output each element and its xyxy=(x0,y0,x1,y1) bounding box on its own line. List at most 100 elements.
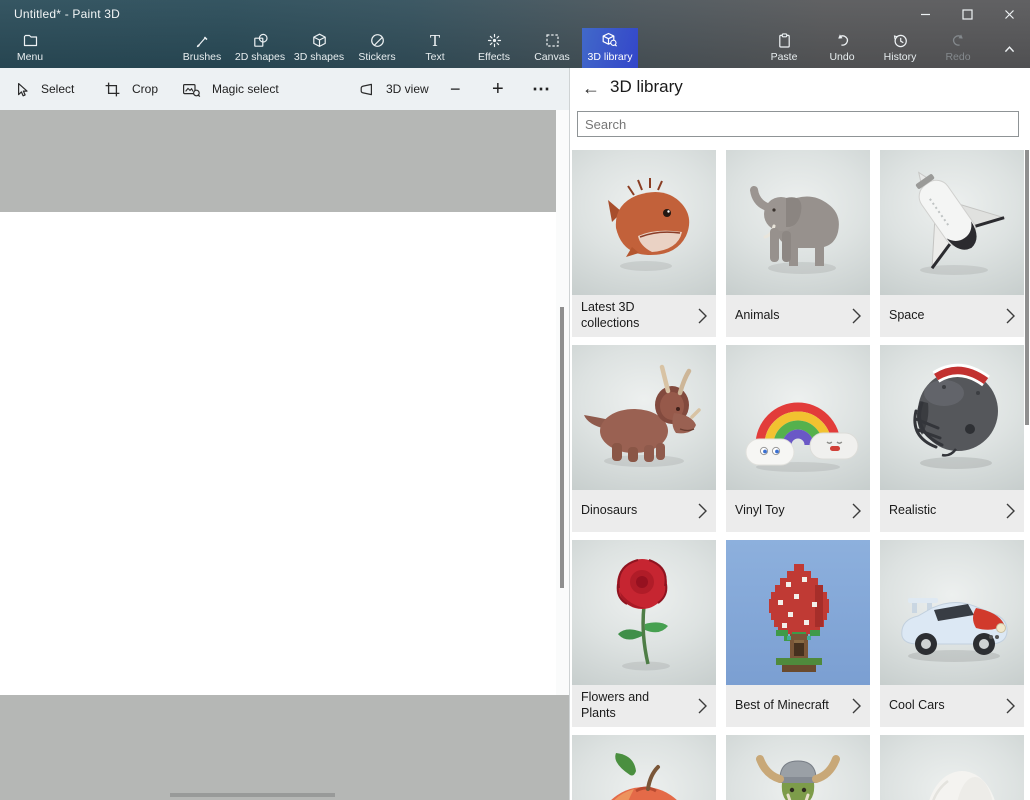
tab-canvas[interactable]: Canvas xyxy=(523,30,581,68)
clipboard-icon xyxy=(776,30,793,49)
card-label-strip: Realistic xyxy=(880,490,1024,532)
mannequin-head-thumbnail xyxy=(880,735,1024,800)
card-cool-cars[interactable]: Cool Cars xyxy=(880,540,1024,727)
minimize-icon xyxy=(920,9,931,20)
card-partial-ogre[interactable] xyxy=(726,735,870,800)
zoom-out-button[interactable]: − xyxy=(450,68,461,110)
menu-button[interactable]: Menu xyxy=(6,30,54,68)
panel-scrollbar[interactable] xyxy=(1025,150,1029,425)
card-animals[interactable]: Animals xyxy=(726,150,870,337)
undo-icon xyxy=(834,30,851,49)
top-chrome: Untitled* - Paint 3D Menu xyxy=(0,0,1030,68)
library-card-grid: Latest 3D collections xyxy=(572,150,1024,800)
minimize-button[interactable] xyxy=(904,0,946,28)
vertical-scrollbar[interactable] xyxy=(560,307,564,588)
selection-toolbar: Select Crop Magic select 3D view − + ⋯ xyxy=(0,68,569,110)
card-partial-apple[interactable] xyxy=(572,735,716,800)
folder-icon xyxy=(22,30,39,49)
chevron-right-icon xyxy=(1006,308,1015,324)
3d-library-panel: ← 3D library xyxy=(569,68,1030,800)
chevron-right-icon xyxy=(852,308,861,324)
plus-icon: + xyxy=(492,68,504,110)
ribbon: Menu Brushes 2D shapes 3D shapes xyxy=(0,28,1030,68)
rose-thumbnail xyxy=(572,540,716,685)
history-clock-icon xyxy=(892,30,909,49)
elephant-thumbnail xyxy=(726,150,870,295)
card-label-strip: Best of Minecraft xyxy=(726,685,870,727)
space-shuttle-thumbnail xyxy=(880,150,1024,295)
card-label-strip: Dinosaurs xyxy=(572,490,716,532)
chevron-right-icon xyxy=(852,698,861,714)
close-icon xyxy=(1004,9,1015,20)
card-label-strip: Vinyl Toy xyxy=(726,490,870,532)
workspace xyxy=(0,110,569,800)
text-icon: T xyxy=(430,30,440,49)
panel-header: ← 3D library xyxy=(570,68,1030,108)
more-options-button[interactable]: ⋯ xyxy=(532,68,550,110)
ellipsis-icon: ⋯ xyxy=(532,68,550,110)
ogre-figurine-thumbnail xyxy=(726,735,870,800)
horizontal-scrollbar[interactable] xyxy=(170,793,335,797)
window-controls xyxy=(904,0,1030,28)
window-title: Untitled* - Paint 3D xyxy=(14,7,120,21)
tab-effects[interactable]: Effects xyxy=(465,30,523,68)
search-input[interactable] xyxy=(577,111,1019,137)
card-space[interactable]: Space xyxy=(880,150,1024,337)
sticker-icon xyxy=(369,30,386,49)
sparkle-icon xyxy=(486,30,503,49)
card-partial-mannequin[interactable] xyxy=(880,735,1024,800)
chevron-right-icon xyxy=(698,308,707,324)
card-dinosaurs[interactable]: Dinosaurs xyxy=(572,345,716,532)
maximize-button[interactable] xyxy=(946,0,988,28)
brush-icon xyxy=(194,30,211,49)
card-flowers-and-plants[interactable]: Flowers and Plants xyxy=(572,540,716,727)
chevron-right-icon xyxy=(698,503,707,519)
crop-tool[interactable]: Crop xyxy=(104,68,158,110)
history-button[interactable]: History xyxy=(871,30,929,68)
back-arrow-icon: ← xyxy=(582,78,600,99)
card-vinyl-toy[interactable]: Vinyl Toy xyxy=(726,345,870,532)
card-label-strip: Latest 3D collections xyxy=(572,295,716,337)
select-tool[interactable]: Select xyxy=(13,68,74,110)
shapes-2d-icon xyxy=(252,30,269,49)
tab-3d-library[interactable]: 3D library xyxy=(582,28,638,68)
collapse-ribbon-button[interactable] xyxy=(995,30,1023,68)
card-label-strip: Cool Cars xyxy=(880,685,1024,727)
football-helmet-thumbnail xyxy=(880,345,1024,490)
magic-select-tool[interactable]: Magic select xyxy=(182,68,279,110)
tab-text[interactable]: T Text xyxy=(406,30,464,68)
tab-2d-shapes[interactable]: 2D shapes xyxy=(231,30,289,68)
card-latest-3d-collections[interactable]: Latest 3D collections xyxy=(572,150,716,337)
tab-stickers[interactable]: Stickers xyxy=(348,30,406,68)
anglerfish-thumbnail xyxy=(572,150,716,295)
tab-brushes[interactable]: Brushes xyxy=(173,30,231,68)
3d-view-button[interactable]: 3D view xyxy=(357,68,429,110)
card-label-strip: Animals xyxy=(726,295,870,337)
back-button[interactable]: ← xyxy=(578,75,604,101)
close-button[interactable] xyxy=(988,0,1030,28)
chevron-right-icon xyxy=(1006,503,1015,519)
drawing-canvas[interactable] xyxy=(0,212,569,695)
maximize-icon xyxy=(962,9,973,20)
toy-car-thumbnail xyxy=(880,540,1024,685)
magic-select-icon xyxy=(182,81,201,98)
paint3d-window: Untitled* - Paint 3D Menu xyxy=(0,0,1030,800)
crop-icon xyxy=(104,81,121,98)
undo-button[interactable]: Undo xyxy=(813,30,871,68)
3d-view-icon xyxy=(357,81,375,98)
card-label-strip: Space xyxy=(880,295,1024,337)
chevron-right-icon xyxy=(698,698,707,714)
zoom-in-button[interactable]: + xyxy=(492,68,504,110)
card-label-strip: Flowers and Plants xyxy=(572,685,716,727)
rainbow-toy-thumbnail xyxy=(726,345,870,490)
paste-button[interactable]: Paste xyxy=(755,30,813,68)
tab-3d-shapes[interactable]: 3D shapes xyxy=(290,30,348,68)
panel-title: 3D library xyxy=(610,77,683,97)
canvas-frame-icon xyxy=(544,30,561,49)
library-cube-icon xyxy=(601,30,619,49)
card-best-of-minecraft[interactable]: Best of Minecraft xyxy=(726,540,870,727)
apple-thumbnail xyxy=(572,735,716,800)
redo-button: Redo xyxy=(929,30,987,68)
card-realistic[interactable]: Realistic xyxy=(880,345,1024,532)
cursor-icon xyxy=(13,81,30,98)
